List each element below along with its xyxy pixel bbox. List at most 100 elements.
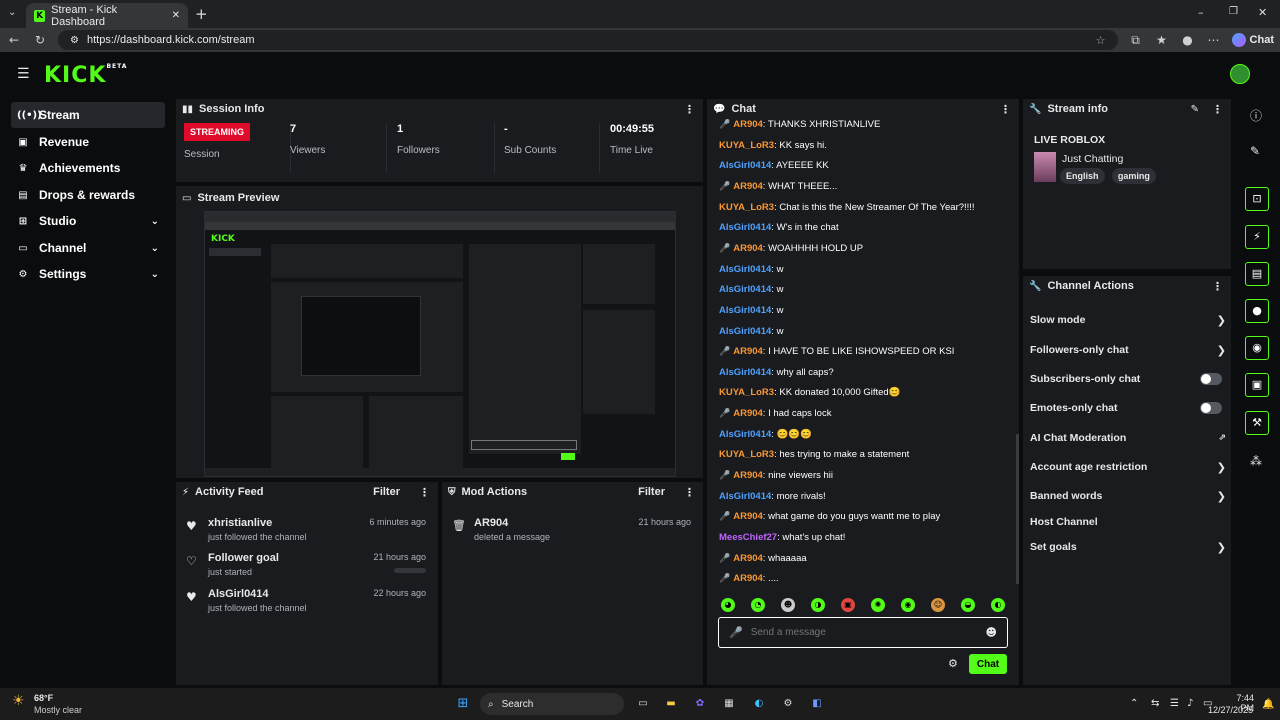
chat-username[interactable]: AlsGirl0414 [719, 222, 771, 233]
banned-words-action[interactable]: Banned words ❯ [1030, 486, 1226, 506]
chat-username[interactable]: AlsGirl0414 [719, 160, 771, 171]
chat-username[interactable]: AR904 [733, 181, 763, 192]
emote-icon[interactable]: ▣ [841, 598, 855, 612]
url-field[interactable]: ⚙ https://dashboard.kick.com/stream ☆ [58, 30, 1118, 50]
chat-username[interactable]: KUYA_LoR3 [719, 202, 774, 213]
sidebar-item-achievements[interactable]: ♛ Achievements [11, 155, 165, 181]
edge-browser-icon[interactable]: ◐ [750, 695, 768, 713]
chat-bubble-icon[interactable]: ● [1245, 299, 1269, 323]
windows-start-icon[interactable]: ⊞ [454, 695, 472, 713]
sidebar-item-settings[interactable]: ⚙ Settings ⌄ [11, 261, 165, 287]
more-options-icon[interactable]: ⋮ [684, 103, 695, 116]
weather-icon[interactable]: ☀ [12, 693, 25, 709]
emote-icon[interactable]: ◕ [721, 598, 735, 612]
camera-icon[interactable]: ⊡ [1245, 187, 1269, 211]
favorite-star-icon[interactable]: ☆ [1096, 34, 1106, 47]
chat-username[interactable]: MeesChief27 [719, 532, 777, 543]
more-options-icon[interactable]: ⋮ [1212, 280, 1223, 293]
emote-icon[interactable]: ◒ [961, 598, 975, 612]
back-icon[interactable]: ← [6, 33, 22, 47]
emotes-only-toggle[interactable] [1200, 402, 1222, 414]
emote-icon[interactable]: ◑ [811, 598, 825, 612]
tab-list-icon[interactable]: ⌄ [8, 7, 16, 18]
lightning-icon[interactable]: ⚡ [1245, 225, 1269, 249]
volume-icon[interactable]: ♪ [1187, 698, 1193, 709]
ai-chat-moderation-action[interactable]: AI Chat Moderation ⇗ [1030, 428, 1226, 448]
task-view-icon[interactable]: ▭ [634, 695, 652, 713]
chat-input-box[interactable]: 🎤 ☻ [718, 617, 1008, 648]
wrench-icon[interactable]: ⚒ [1245, 411, 1269, 435]
chat-username[interactable]: KUYA_LoR3 [719, 387, 774, 398]
chat-username[interactable]: AlsGirl0414 [719, 305, 771, 316]
chat-username[interactable]: AlsGirl0414 [719, 491, 771, 502]
chat-username[interactable]: AR904 [733, 573, 763, 584]
sidebar-item-channel[interactable]: ▭ Channel ⌄ [11, 235, 165, 261]
more-options-icon[interactable]: ⋮ [419, 486, 430, 499]
chat-username[interactable]: KUYA_LoR3 [719, 449, 774, 460]
settings-app-icon[interactable]: ⚙ [779, 695, 797, 713]
reload-icon[interactable]: ↻ [32, 33, 48, 47]
network-icon[interactable]: ⇆ [1151, 698, 1159, 709]
more-menu-icon[interactable]: ⋯ [1206, 33, 1222, 47]
send-chat-button[interactable]: Chat [969, 654, 1007, 674]
close-window-icon[interactable]: ✕ [1258, 6, 1267, 19]
kick-logo[interactable]: KICKBETA [44, 63, 127, 88]
emote-icon[interactable]: ◉ [901, 598, 915, 612]
notifications-icon[interactable]: 🔔 [1262, 699, 1274, 710]
profile-icon[interactable]: ● [1180, 33, 1196, 47]
edit-pencil-icon[interactable]: ✎ [1250, 144, 1260, 158]
subscribers-only-toggle[interactable] [1200, 373, 1222, 385]
chat-username[interactable]: AR904 [733, 553, 763, 564]
emote-icon[interactable]: ✺ [871, 598, 885, 612]
maximize-icon[interactable]: ❐ [1229, 6, 1238, 17]
document-icon[interactable]: ▤ [1245, 262, 1269, 286]
more-options-icon[interactable]: ⋮ [1000, 103, 1011, 116]
set-goals-action[interactable]: Set goals ❯ [1030, 537, 1226, 557]
chat-message-input[interactable] [750, 627, 978, 638]
more-options-icon[interactable]: ⋮ [684, 486, 695, 499]
emotes-only-action[interactable]: Emotes-only chat [1030, 398, 1226, 418]
site-info-icon[interactable]: ⚙ [70, 35, 79, 46]
tray-expand-icon[interactable]: ⌃ [1130, 698, 1138, 709]
emote-icon[interactable]: ◐ [991, 598, 1005, 612]
wifi-icon[interactable]: ☰ [1170, 698, 1179, 709]
sidebar-item-drops[interactable]: ▤ Drops & rewards [11, 182, 165, 208]
chat-username[interactable]: AR904 [733, 408, 763, 419]
apps-icon[interactable]: ⁂ [1250, 454, 1262, 468]
broadcast-icon[interactable]: ◉ [1245, 336, 1269, 360]
weather-desc[interactable]: Mostly clear [34, 705, 82, 715]
clock-date[interactable]: 12/27/2025 [1208, 705, 1253, 715]
chat-username[interactable]: AlsGirl0414 [719, 367, 771, 378]
chat-scrollbar[interactable] [1016, 434, 1019, 584]
copilot-chat-button[interactable]: Chat [1231, 33, 1274, 47]
extensions-icon[interactable]: ⧉ [1128, 33, 1144, 48]
weather-temp[interactable]: 68°F [34, 693, 53, 703]
new-tab-icon[interactable]: + [195, 5, 208, 23]
chat-username[interactable]: AlsGirl0414 [719, 326, 771, 337]
info-icon[interactable]: ⓘ [1250, 107, 1262, 124]
account-age-action[interactable]: Account age restriction ❯ [1030, 457, 1226, 477]
emote-icon[interactable]: ☻ [781, 598, 795, 612]
taskbar-search[interactable]: ⌕ Search [480, 693, 624, 715]
layout-icon[interactable]: ▣ [1245, 373, 1269, 397]
sidebar-item-studio[interactable]: ⊞ Studio ⌄ [11, 208, 165, 234]
minimize-icon[interactable]: – [1198, 6, 1204, 19]
subscribers-only-action[interactable]: Subscribers-only chat [1030, 369, 1226, 389]
app-icon[interactable]: ◧ [808, 695, 826, 713]
host-channel-action[interactable]: Host Channel [1030, 512, 1226, 532]
chat-username[interactable]: AR904 [733, 346, 763, 357]
emote-icon[interactable]: ☺ [931, 598, 945, 612]
emote-icon[interactable]: ◔ [751, 598, 765, 612]
sidebar-item-revenue[interactable]: ▣ Revenue [11, 129, 165, 155]
copilot-app-icon[interactable]: ✿ [691, 695, 709, 713]
edit-pencil-icon[interactable]: ✎ [1191, 104, 1199, 115]
sidebar-item-stream[interactable]: ((•)) Stream [11, 102, 165, 128]
hamburger-menu-icon[interactable]: ☰ [17, 66, 30, 82]
more-options-icon[interactable]: ⋮ [1212, 103, 1223, 116]
file-explorer-icon[interactable]: ▬ [662, 695, 680, 713]
chat-username[interactable]: AR904 [733, 470, 763, 481]
store-icon[interactable]: ▦ [720, 695, 738, 713]
chat-username[interactable]: AlsGirl0414 [719, 429, 771, 440]
chat-username[interactable]: KUYA_LoR3 [719, 140, 774, 151]
chat-username[interactable]: AR904 [733, 119, 763, 130]
